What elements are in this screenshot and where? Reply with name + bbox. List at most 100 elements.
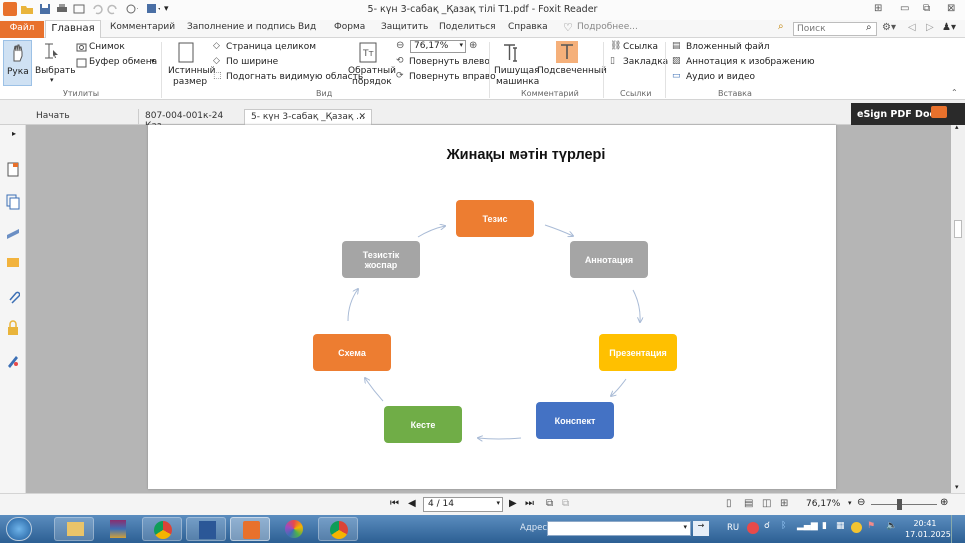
collapse-ribbon-icon[interactable]: ⌃: [951, 88, 958, 97]
actual-size-icon[interactable]: [176, 42, 196, 64]
tray-update-icon[interactable]: [851, 522, 862, 533]
reflow-label-2[interactable]: порядок: [352, 77, 392, 87]
go-icon[interactable]: →: [693, 521, 709, 536]
select-button[interactable]: Выбрать: [35, 66, 76, 76]
tab-home[interactable]: Главная: [45, 20, 101, 39]
tab-protect[interactable]: Защитить: [381, 22, 428, 32]
typewriter-icon[interactable]: [502, 42, 524, 64]
doc-tab-807[interactable]: 807-004-001к-24 Каз...: [138, 109, 242, 131]
rotate-left-button[interactable]: Повернуть влево: [409, 57, 490, 67]
image-annotation-button[interactable]: Аннотация к изображению: [686, 57, 815, 67]
tab-fill-sign[interactable]: Заполнение и подпись: [187, 22, 295, 32]
tab-form[interactable]: Форма: [334, 22, 365, 32]
scroll-down-icon[interactable]: ▾: [955, 483, 959, 491]
zoom-slider-thumb[interactable]: [897, 499, 902, 510]
previous-view-icon[interactable]: ⧉: [546, 498, 553, 509]
pages-icon[interactable]: [6, 162, 20, 178]
tab-view[interactable]: Вид: [298, 22, 316, 32]
actual-size-label-2[interactable]: размер: [173, 77, 207, 87]
tell-me-input[interactable]: Подробнее...: [577, 22, 638, 32]
fit-width-button[interactable]: По ширине: [226, 57, 278, 67]
highlight-icon[interactable]: [556, 41, 578, 63]
previous-page-icon[interactable]: ◀: [408, 498, 416, 509]
clock[interactable]: 20:41 17.01.2025: [905, 518, 951, 540]
volume-icon[interactable]: 🔈: [886, 521, 897, 531]
audio-video-button[interactable]: Аудио и видео: [686, 72, 755, 82]
reflow-icon[interactable]: Tт: [358, 42, 378, 64]
battery-icon[interactable]: ▮: [822, 521, 827, 531]
bookmark-button[interactable]: Закладка: [623, 57, 668, 67]
tab-comment[interactable]: Комментарий: [110, 22, 175, 32]
tab-share[interactable]: Поделиться: [439, 22, 496, 32]
select-dropdown-icon[interactable]: ▾: [50, 76, 54, 84]
annotations-icon[interactable]: [5, 225, 21, 241]
highlight-button[interactable]: Подсвеченный: [537, 66, 607, 76]
tray-flag-icon[interactable]: ⚑: [867, 521, 875, 531]
zoom-select[interactable]: 76,17% ▾: [410, 40, 466, 53]
facing-icon[interactable]: ◫: [762, 498, 771, 509]
link-button[interactable]: Ссылка: [623, 42, 658, 52]
search-input[interactable]: Поиск: [793, 22, 877, 36]
zoom-slider-track[interactable]: [871, 504, 937, 505]
zoom-out-icon[interactable]: ⊖: [396, 40, 404, 51]
fit-visible-button[interactable]: Подогнать видимую область: [226, 72, 363, 82]
first-page-icon[interactable]: ⏮: [390, 498, 399, 509]
find-icon[interactable]: ⌕: [778, 21, 784, 32]
zoom-in-icon[interactable]: ⊕: [469, 40, 477, 51]
yandex-tray-icon[interactable]: [747, 522, 759, 534]
reflow-label-1[interactable]: Обратный: [348, 66, 396, 76]
browser-taskbar-button[interactable]: [274, 517, 314, 541]
typewriter-label-1[interactable]: Пишущая: [494, 66, 540, 76]
start-button[interactable]: [6, 517, 32, 541]
continuous-icon[interactable]: ▤: [744, 498, 753, 509]
attachments-icon[interactable]: [6, 288, 20, 304]
language-indicator[interactable]: RU: [727, 523, 739, 533]
back-icon[interactable]: ◁: [908, 22, 916, 33]
winrar-taskbar-button[interactable]: [98, 517, 138, 541]
signature-icon[interactable]: [6, 352, 20, 368]
address-input[interactable]: ▾: [547, 521, 691, 536]
expand-panel-icon[interactable]: ▸: [12, 129, 16, 138]
tab-help[interactable]: Справка: [508, 22, 548, 32]
chrome-profile-taskbar-button[interactable]: [318, 517, 358, 541]
bluetooth-icon[interactable]: ᛒ: [781, 521, 786, 531]
select-text-icon[interactable]: [42, 42, 60, 62]
close-tab-icon[interactable]: ✕: [358, 112, 366, 122]
search-icon[interactable]: ⌕: [866, 22, 872, 33]
network-signal-icon[interactable]: ▂▄▆: [797, 521, 818, 531]
last-page-icon[interactable]: ⏭: [525, 498, 534, 509]
esign-banner[interactable]: eSign PDF Docs: [851, 103, 965, 125]
network-icon[interactable]: ▦: [836, 521, 845, 531]
snapshot-button[interactable]: Снимок: [89, 42, 125, 52]
scrollbar-thumb[interactable]: [954, 220, 962, 238]
fit-page-button[interactable]: Страница целиком: [226, 42, 316, 52]
doc-tab-start[interactable]: Начать: [30, 109, 138, 125]
tray-app-icon[interactable]: ☌: [764, 521, 770, 531]
single-page-icon[interactable]: ▯: [726, 498, 732, 509]
typewriter-label-2[interactable]: машинка: [496, 77, 539, 87]
restore-icon[interactable]: ⧉: [923, 3, 930, 14]
actual-size-label-1[interactable]: Истинный: [168, 66, 216, 76]
zoom-out-status-icon[interactable]: ⊖: [857, 497, 865, 508]
explorer-taskbar-button[interactable]: [54, 517, 94, 541]
file-attachment-button[interactable]: Вложенный файл: [686, 42, 769, 52]
doc-tab-active[interactable]: 5- күн 3-сабақ _Қазақ ... ✕: [244, 109, 372, 125]
foxit-taskbar-button[interactable]: [230, 517, 270, 541]
scroll-up-icon[interactable]: ▴: [955, 123, 959, 131]
vertical-scrollbar[interactable]: ▴ ▾: [951, 123, 965, 493]
page-number-input[interactable]: 4 / 14 ▾: [423, 497, 503, 512]
hand-button[interactable]: Рука: [3, 40, 32, 86]
close-icon[interactable]: ⊠: [947, 3, 955, 14]
next-view-icon[interactable]: ⧉: [562, 498, 569, 509]
clipboard-button[interactable]: Буфер обмена: [89, 57, 157, 67]
gear-icon[interactable]: ⚙▾: [882, 22, 896, 33]
chrome-taskbar-button[interactable]: [142, 517, 182, 541]
next-page-icon[interactable]: ▶: [509, 498, 517, 509]
ribbon-display-icon[interactable]: ⊞: [874, 3, 882, 14]
comments-icon[interactable]: [6, 256, 20, 272]
layers-icon[interactable]: [6, 194, 20, 210]
minimize-icon[interactable]: ▭: [900, 3, 909, 14]
security-lock-icon[interactable]: [6, 320, 20, 336]
continuous-facing-icon[interactable]: ⊞: [780, 498, 788, 509]
user-icon[interactable]: ♟▾: [942, 22, 956, 33]
